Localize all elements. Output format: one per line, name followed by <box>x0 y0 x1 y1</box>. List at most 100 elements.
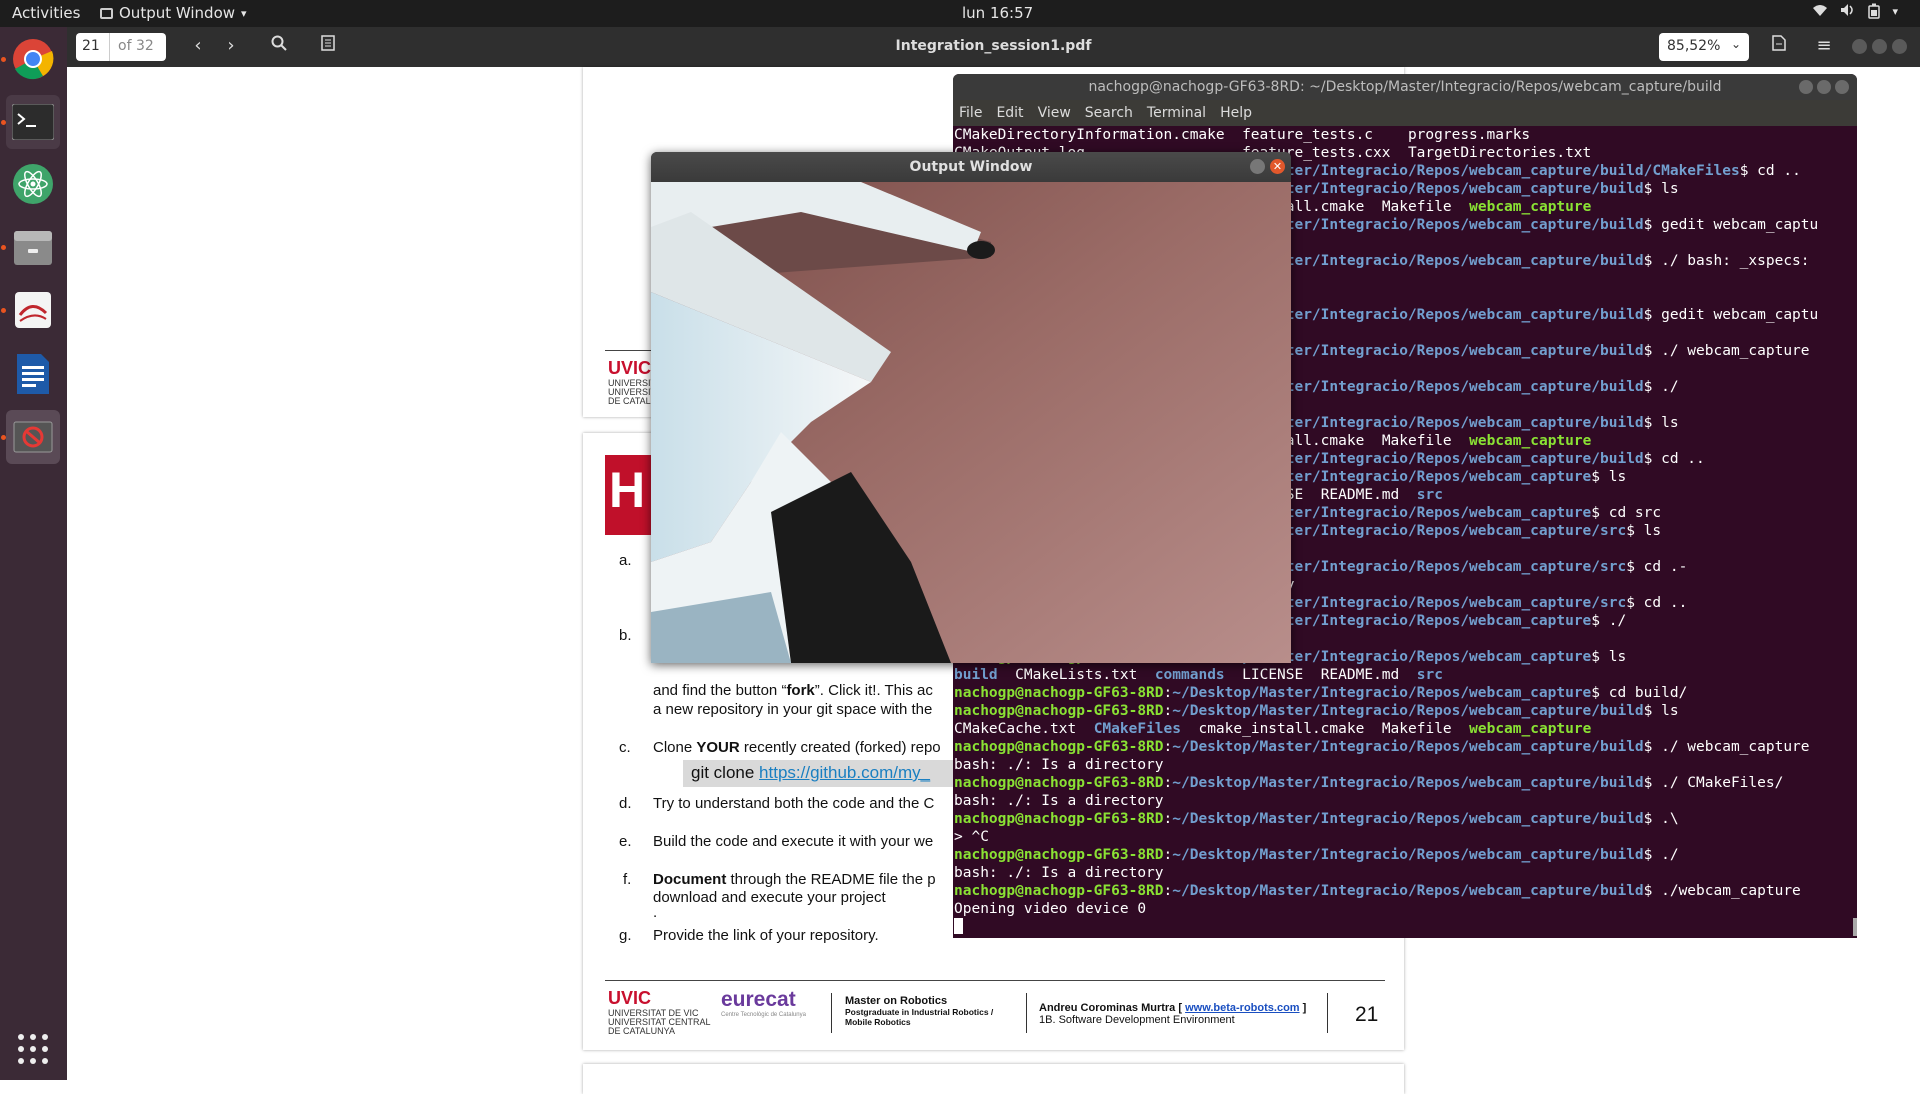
prompt-command: $ cd build/ <box>1591 685 1688 701</box>
menu-icon[interactable]: ≡ <box>1812 35 1836 59</box>
prompt-command: $ gedit webcam_captu <box>1643 307 1819 323</box>
prompt-command: $ ./webcam_capture <box>1643 883 1801 899</box>
running-indicator <box>1 120 6 125</box>
prompt-path: ~/Desktop/Master/Integracio/Repos/webcam… <box>1172 775 1644 791</box>
menu-file[interactable]: File <box>959 105 982 121</box>
prompt-path: ~/Desktop/Master/Integracio/Repos/webcam… <box>1172 811 1644 827</box>
annotate-icon[interactable] <box>1767 35 1791 59</box>
terminal-line: nachogp@nachogp-GF63-8RD:~/Desktop/Maste… <box>954 739 1810 755</box>
output-window-title: Output Window <box>909 159 1033 175</box>
ls-entry: commands <box>1154 667 1225 683</box>
prompt-command: $ ./ bash: _xspecs: <box>1643 253 1810 269</box>
terminal-line: nachogp@nachogp-GF63-8RD:~/Desktop/Maste… <box>954 703 1679 719</box>
terminal-line: build CMakeLists.txt commands LICENSE RE… <box>954 666 1857 684</box>
terminal-menubar: File Edit View Search Terminal Help <box>953 100 1857 126</box>
webcam-feed <box>651 182 1291 663</box>
prompt-command: $ cd .. <box>1643 451 1705 467</box>
menu-terminal[interactable]: Terminal <box>1147 105 1206 121</box>
minimize-button[interactable] <box>1799 80 1813 94</box>
clock[interactable]: lun 16:57 <box>962 4 1033 22</box>
terminal-line <box>954 918 1857 936</box>
uvic-logo: UVIC UNIVERSITAT DE VIC UNIVERSITAT CENT… <box>608 988 711 1036</box>
terminal-line: CMakeDirectoryInformation.cmake feature_… <box>954 127 1531 143</box>
footer-master: Master on Robotics Postgraduate in Indus… <box>845 995 994 1027</box>
item-c-text: Clone YOUR recently created (forked) rep… <box>653 739 941 756</box>
app-menu-label: Output Window <box>119 4 236 22</box>
terminal-line: nachogp@nachogp-GF63-8RD:~/Desktop/Maste… <box>954 685 1688 701</box>
document-viewer-icon[interactable] <box>6 283 60 337</box>
prompt-path: ~/Desktop/Master/Integracio/Repos/webcam… <box>1172 703 1644 719</box>
item-e-text: Build the code and execute it with your … <box>653 833 934 850</box>
ls-entry: webcam_capture <box>1469 721 1592 737</box>
item-d-text: Try to understand both the code and the … <box>653 795 935 812</box>
fork-instruction-line2: a new repository in your git space with … <box>653 701 933 718</box>
ls-entry: cmake_install.cmake <box>1198 721 1365 737</box>
item-letter: d. <box>619 795 632 812</box>
ls-entry: LICENSE <box>1242 667 1304 683</box>
menu-edit[interactable]: Edit <box>996 105 1023 121</box>
footer-divider <box>831 993 832 1033</box>
caret-down-icon: ▾ <box>241 6 247 20</box>
close-button[interactable] <box>1892 39 1907 54</box>
terminal-line: nachogp@nachogp-GF63-8RD:~/Desktop/Maste… <box>954 883 1801 899</box>
prompt-command: $ ./ webcam_capture <box>1643 343 1810 359</box>
pdf-page-22 <box>583 1064 1404 1094</box>
prompt-path: ~/Desktop/Master/Integracio/Repos/webcam… <box>1172 847 1644 863</box>
show-applications-icon[interactable] <box>17 1033 49 1065</box>
git-repo-link[interactable]: https://github.com/my_ <box>759 763 930 782</box>
document-title: Integration_session1.pdf <box>895 38 1092 54</box>
system-tray[interactable]: ▾ <box>1812 3 1898 23</box>
maximize-button[interactable] <box>1817 80 1831 94</box>
atom-icon[interactable] <box>6 157 60 211</box>
chrome-icon[interactable] <box>6 32 60 86</box>
zoom-value: 85,52% <box>1667 38 1721 54</box>
output-window-titlebar[interactable]: Output Window ✕ <box>651 152 1291 182</box>
menu-view[interactable]: View <box>1038 105 1071 121</box>
ls-entry: README.md <box>1320 667 1400 683</box>
prompt-command: $ cd .- <box>1626 559 1688 575</box>
item-g-text: Provide the link of your repository. <box>653 927 879 944</box>
webcam-app-icon[interactable] <box>6 410 60 464</box>
terminal-scrollbar[interactable] <box>1853 918 1857 936</box>
prompt-host: nachogp@nachogp-GF63-8RD <box>954 811 1164 827</box>
prompt-command: $ ls <box>1626 523 1662 539</box>
minimize-button[interactable] <box>1852 39 1867 54</box>
prompt-command: $ ./ <box>1591 613 1627 629</box>
heading-badge: H <box>605 455 655 535</box>
prompt-command: $ .\ <box>1643 811 1679 827</box>
terminal-line: nachogp@nachogp-GF63-8RD:~/Desktop/Maste… <box>954 847 1679 863</box>
footer-divider <box>1327 993 1328 1033</box>
files-icon[interactable] <box>6 220 60 274</box>
ls-entry: README.md <box>1320 487 1400 503</box>
output-window[interactable]: Output Window ✕ <box>651 152 1291 663</box>
running-indicator <box>1 308 6 313</box>
app-menu[interactable]: Output Window ▾ <box>100 4 247 22</box>
close-button[interactable] <box>1835 80 1849 94</box>
author-link[interactable]: www.beta-robots.com <box>1185 1002 1300 1014</box>
ls-entry: webcam_capture <box>1469 433 1592 449</box>
menu-help[interactable]: Help <box>1220 105 1252 121</box>
prompt-host: nachogp@nachogp-GF63-8RD <box>954 685 1164 701</box>
close-button[interactable]: ✕ <box>1270 159 1285 174</box>
ls-entry: src <box>1416 487 1443 503</box>
dock <box>0 27 67 1080</box>
terminal-title: nachogp@nachogp-GF63-8RD: ~/Desktop/Mast… <box>1088 79 1722 95</box>
prompt-command: $ cd .. <box>1626 595 1688 611</box>
prompt-host: nachogp@nachogp-GF63-8RD <box>954 775 1164 791</box>
maximize-button[interactable] <box>1872 39 1887 54</box>
terminal-line: nachogp@nachogp-GF63-8RD:~/Desktop/Maste… <box>954 775 1784 791</box>
prompt-command: $ ./ <box>1643 379 1679 395</box>
activities-button[interactable]: Activities <box>12 4 80 22</box>
terminal-line: Opening video device 0 <box>954 901 1147 917</box>
prompt-host: nachogp@nachogp-GF63-8RD <box>954 883 1164 899</box>
terminal-icon[interactable] <box>6 95 60 149</box>
zoom-select[interactable]: 85,52% ⌄ <box>1659 33 1749 61</box>
writer-icon[interactable] <box>6 347 60 401</box>
menu-search[interactable]: Search <box>1085 105 1133 121</box>
prompt-host: nachogp@nachogp-GF63-8RD <box>954 739 1164 755</box>
terminal-titlebar[interactable]: nachogp@nachogp-GF63-8RD: ~/Desktop/Mast… <box>953 74 1857 100</box>
item-letter: c. <box>619 739 631 756</box>
minimize-button[interactable] <box>1250 159 1265 174</box>
prompt-command: $ ./ <box>1643 847 1679 863</box>
terminal-line: > ^C <box>954 829 989 845</box>
